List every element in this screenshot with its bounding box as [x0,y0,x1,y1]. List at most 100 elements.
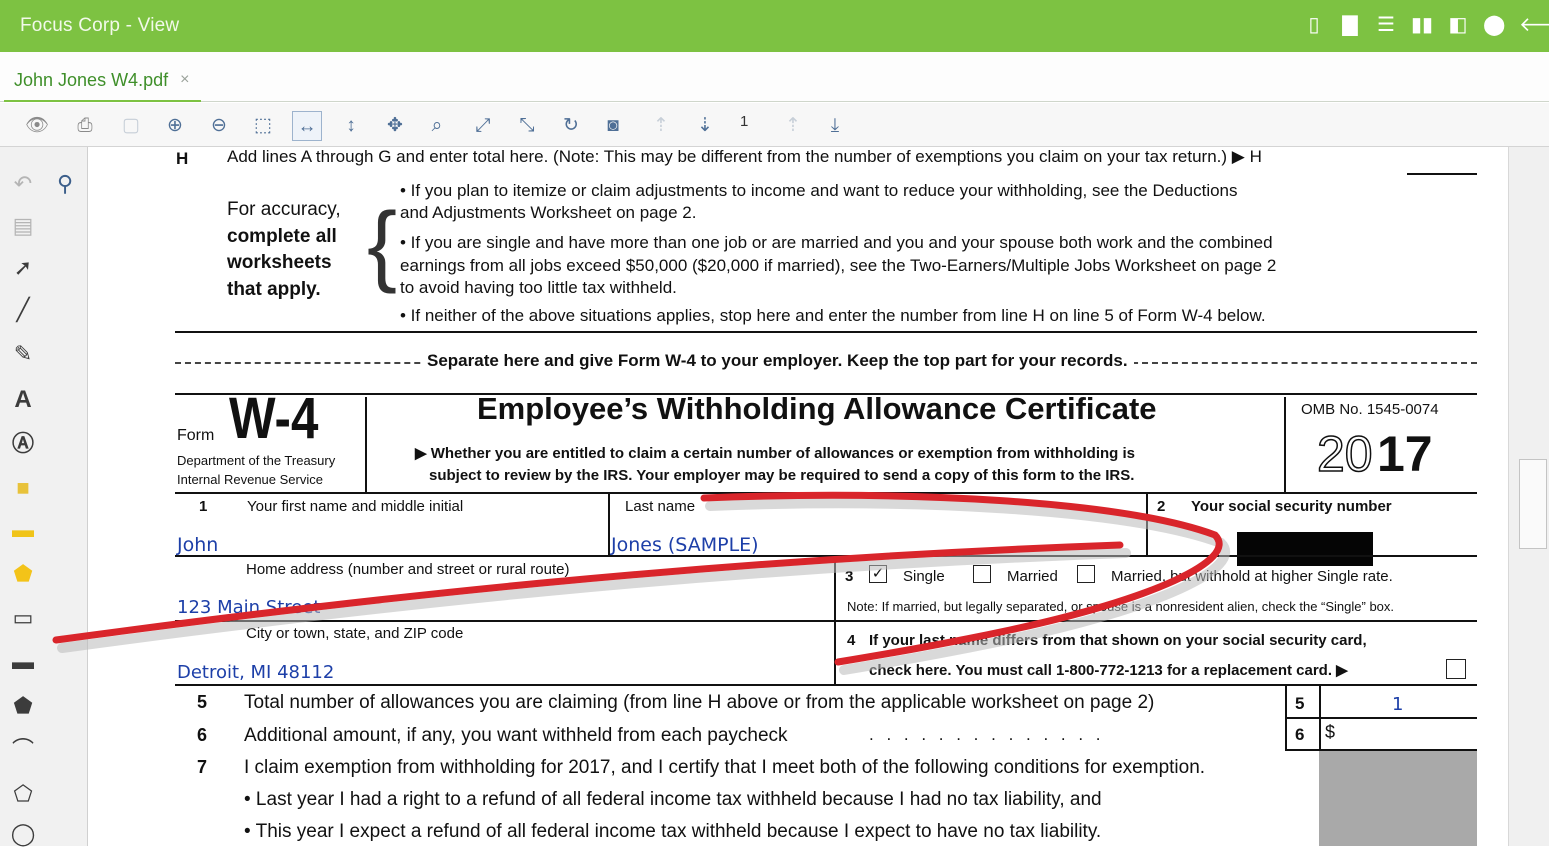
redact-icon[interactable]: ▬ [8,647,38,677]
last-page-icon[interactable]: ⤓ [820,111,850,141]
expand-icon[interactable]: ⤢ [468,111,498,141]
close-icon[interactable]: × [180,71,189,89]
location-pin-icon[interactable]: ⬤ [1483,12,1505,38]
omb-text: OMB No. 1545-0074 [1301,401,1439,418]
page-thumbnail[interactable] [1519,459,1547,549]
snapshot-icon[interactable]: ◙ [598,111,628,141]
window-title: Focus Corp - View [20,15,180,36]
single-checkbox[interactable]: ✓ [869,565,887,583]
line-2-number: 2 [1157,498,1166,515]
line-4-text-a: If your last name differs from that show… [869,632,1367,649]
window-controls: ▯ ▇ ☰ ▮▮ ◧ ⬤ 🡐 [1303,12,1549,38]
toolbar: 👁 ⎙ ▢ ⊕ ⊖ ⬚ ↔ ↕ ✥ ⌕ ⤢ ⤡ ↻ ◙ ⇡ ⇣ 1 ⇡ ⤓ [0,103,1549,147]
accuracy-line-2: complete all [227,226,337,247]
sticky-note-icon[interactable]: ■ [8,473,38,503]
page-number[interactable]: 1 [740,113,748,130]
line-6-number: 6 [197,725,208,745]
zoom-selection-icon[interactable]: ⬚ [248,111,278,141]
pointer-icon[interactable]: ➚ [8,253,38,283]
magnifier-icon[interactable]: ⌕ [422,111,452,141]
year-light: 20 [1316,425,1373,483]
line-icon[interactable]: ╱ [8,295,38,325]
ellipse-icon[interactable]: ◯ [8,819,38,849]
last-name-value[interactable]: Jones (SAMPLE) [611,534,759,556]
dollar-sign: $ [1325,722,1336,742]
header-rule-left [365,397,367,492]
home-address-value[interactable]: 123 Main Street [177,597,320,618]
home-address-label: Home address (number and street or rural… [246,561,570,578]
first-name-label: Your first name and middle initial [247,498,464,515]
polygon-icon[interactable]: ⬠ [8,779,38,809]
year-bold: 17 [1377,426,1433,482]
previous-page-icon[interactable]: ⇡ [778,111,808,141]
bullet-3: • If neither of the above situations app… [400,306,1266,325]
stack-icon[interactable]: ☰ [1375,12,1397,38]
line-6-top-rule [1285,717,1477,719]
line-5-text: Total number of allowances you are claim… [244,692,1155,713]
textbox-icon[interactable]: Ⓐ [8,429,38,459]
separate-instruction: Separate here and give Form W-4 to your … [421,351,1134,371]
row5-top-rule [175,684,1477,686]
accuracy-line-1: For accuracy, [227,199,341,220]
first-page-icon[interactable]: ⇡ [646,111,676,141]
line-4-number: 4 [847,632,856,649]
rotate-icon[interactable]: ↻ [556,111,586,141]
city-value[interactable]: Detroit, MI 48112 [177,662,334,683]
zoom-out-icon[interactable]: ⊖ [204,111,234,141]
line-h-text: Add lines A through G and enter total he… [227,147,1262,166]
fit-page-icon[interactable]: ✥ [380,111,410,141]
fit-height-icon[interactable]: ↕ [336,111,366,141]
married-checkbox[interactable] [973,565,991,583]
ssn-redaction[interactable] [1237,532,1373,566]
married-higher-checkbox[interactable] [1077,565,1095,583]
rectangle-icon[interactable]: ▭ [8,603,38,633]
next-page-icon[interactable]: ⇣ [690,111,720,141]
annotation-tools-panel: ↶ ⚲ ▤ ➚ ╱ ✎ A Ⓐ ■ ▬ ⬟ ▭ ▬ ⬟ ⌒ ⬠ ◯ [0,147,88,846]
zoom-in-icon[interactable]: ⊕ [160,111,190,141]
eye-icon[interactable]: 👁 [22,111,52,141]
print-icon[interactable]: ⎙ [70,111,100,141]
undo-icon[interactable]: ↶ [8,169,38,199]
line-7-shaded-box [1319,751,1477,846]
stamp-icon[interactable]: ⚲ [50,169,80,199]
polygon-fill-icon[interactable]: ⬟ [8,691,38,721]
shape-fill-icon[interactable]: ⬟ [8,559,38,589]
allowances-value[interactable]: 1 [1392,694,1403,715]
first-name-value[interactable]: John [177,534,218,556]
title-bar: Focus Corp - View ▯ ▇ ☰ ▮▮ ◧ ⬤ 🡐 [0,0,1549,52]
columns-icon[interactable]: ▮▮ [1411,12,1433,38]
accuracy-line-3: worksheets [227,252,332,273]
certificate-title: Employee’s Withholding Allowance Certifi… [477,391,1157,426]
panel-icon[interactable]: ◧ [1447,12,1469,38]
back-arrow-icon[interactable]: 🡐 [1519,12,1549,38]
page-preview-icon[interactable]: ▢ [116,111,146,141]
line-3-number: 3 [845,568,854,585]
document-view[interactable]: H Add lines A through G and enter total … [89,147,1508,846]
document-icon[interactable]: ▯ [1303,12,1325,38]
line-5-box-number: 5 [1295,694,1305,713]
city-label: City or town, state, and ZIP code [246,625,464,642]
highlight-icon[interactable]: ▬ [8,515,38,545]
brace: { [367,195,398,295]
line-h-entry [1407,173,1477,175]
certificate-subtitle-1: ▶ Whether you are entitled to claim a ce… [415,445,1135,462]
fit-width-icon[interactable]: ↔ [292,111,322,141]
line-7-number: 7 [197,757,208,777]
name-differs-checkbox[interactable] [1446,659,1466,679]
save-icon[interactable]: ▤ [8,211,38,241]
row3-top-rule [175,620,1477,622]
single-page-icon[interactable]: ▇ [1339,12,1361,38]
bullet-1b: and Adjustments Worksheet on page 2. [400,203,697,222]
department-line-2: Internal Revenue Service [177,472,323,487]
ssn-divider [1146,494,1148,556]
pen-icon[interactable]: ✎ [8,339,38,369]
right-scroll-strip[interactable] [1508,147,1549,846]
polyline-icon[interactable]: ⌒ [8,735,38,765]
shrink-icon[interactable]: ⤡ [512,111,542,141]
header-rule-right [1284,397,1286,492]
accuracy-line-4: that apply. [227,279,321,300]
divider [175,331,1477,333]
text-icon[interactable]: A [8,385,38,415]
tab-bar: John Jones W4.pdf × [0,52,1549,102]
tab-john-jones-w4[interactable]: John Jones W4.pdf × [4,60,202,102]
